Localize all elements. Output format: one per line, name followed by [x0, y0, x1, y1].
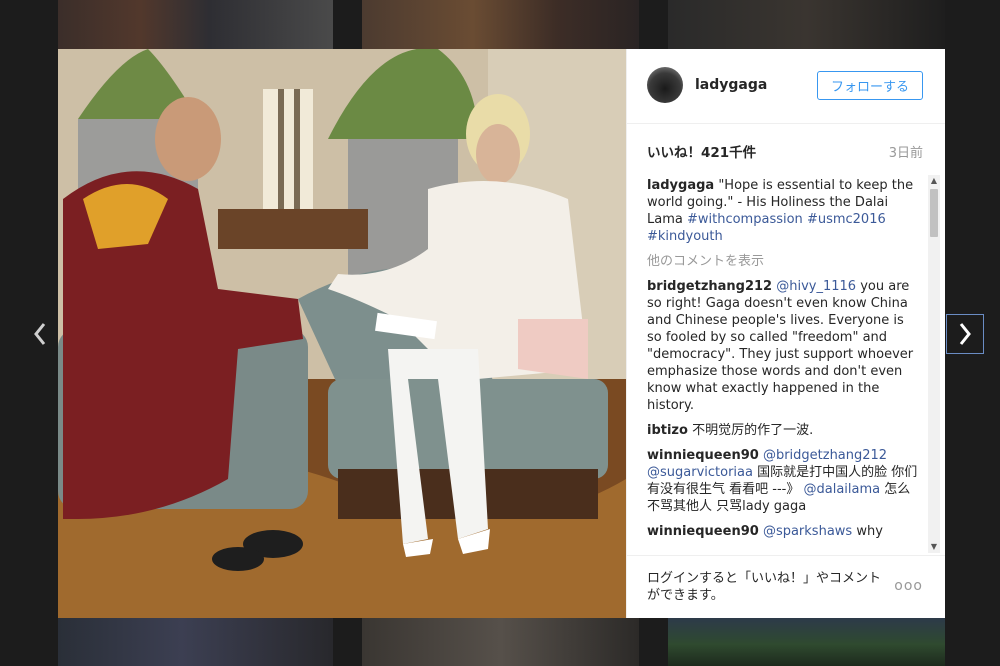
- background-thumbnail: [58, 618, 333, 666]
- hashtag-link[interactable]: #usmc2016: [807, 212, 886, 227]
- comment-username[interactable]: winniequeen90: [647, 448, 759, 463]
- comments-list: ladygaga "Hope is essential to keep the …: [647, 177, 919, 553]
- photo-illustration: [58, 49, 626, 618]
- mention-link[interactable]: @sugarvictoriaa: [647, 465, 753, 480]
- background-thumbnail: [668, 0, 945, 49]
- avatar[interactable]: [647, 67, 683, 103]
- mention-link[interactable]: @hivy_1116: [776, 279, 856, 294]
- scroll-thumb[interactable]: [930, 189, 938, 237]
- post-sidebar: ladygaga フォローする いいね！421千件 3日前 ladygaga "…: [626, 49, 945, 618]
- post-photo: [58, 49, 626, 618]
- mention-link[interactable]: @sparkshaws: [763, 524, 852, 539]
- follow-button[interactable]: フォローする: [817, 71, 923, 100]
- comment-username[interactable]: bridgetzhang212: [647, 279, 772, 294]
- next-post-button[interactable]: [946, 314, 984, 354]
- comment-text: you are so right! Gaga doesn't even know…: [647, 279, 914, 413]
- previous-post-button[interactable]: [22, 314, 58, 354]
- chevron-left-icon: [34, 323, 46, 345]
- chevron-right-icon: [959, 323, 971, 345]
- background-thumbnail: [668, 618, 945, 666]
- post-timestamp: 3日前: [888, 146, 923, 161]
- load-more-comments-link[interactable]: 他のコメントを表示: [647, 253, 919, 270]
- mention-link[interactable]: @dalailama: [803, 482, 880, 497]
- comment-item: ibtizo 不明觉厉的作了一波.: [647, 422, 919, 439]
- background-thumbnail: [362, 0, 639, 49]
- caption: ladygaga "Hope is essential to keep the …: [647, 177, 919, 245]
- hashtag-link[interactable]: #kindyouth: [647, 229, 723, 244]
- comment-item: bridgetzhang212 @hivy_1116 you are so ri…: [647, 278, 919, 414]
- post-header: ladygaga フォローする: [627, 49, 945, 124]
- likes-count[interactable]: いいね！421千件: [647, 141, 756, 161]
- comment-item: winniequeen90 @bridgetzhang212 @sugarvic…: [647, 447, 919, 515]
- comment-text: 不明觉厉的作了一波.: [687, 423, 814, 438]
- comment-item: winniequeen90 @sparkshaws why: [647, 523, 919, 540]
- comments-scrollbar[interactable]: ▲ ▼: [928, 175, 940, 553]
- caption-username[interactable]: ladygaga: [647, 178, 714, 193]
- post-modal: ladygaga フォローする いいね！421千件 3日前 ladygaga "…: [58, 49, 945, 618]
- more-options-icon[interactable]: ooo: [894, 578, 923, 594]
- comment-username[interactable]: winniequeen90: [647, 524, 759, 539]
- background-thumbnail: [58, 0, 333, 49]
- comment-username[interactable]: ibtizo: [647, 423, 688, 438]
- post-footer: ログインすると「いいね！」やコメントができます。 ooo: [627, 555, 945, 619]
- login-prompt[interactable]: ログインすると「いいね！」やコメントができます。: [647, 570, 887, 604]
- scroll-up-arrow-icon[interactable]: ▲: [928, 175, 940, 187]
- comment-text: why: [852, 524, 883, 539]
- background-thumbnail: [362, 618, 639, 666]
- username-link[interactable]: ladygaga: [695, 77, 767, 93]
- mention-link[interactable]: @bridgetzhang212: [763, 448, 887, 463]
- scroll-down-arrow-icon[interactable]: ▼: [928, 541, 940, 553]
- hashtag-link[interactable]: #withcompassion: [687, 212, 803, 227]
